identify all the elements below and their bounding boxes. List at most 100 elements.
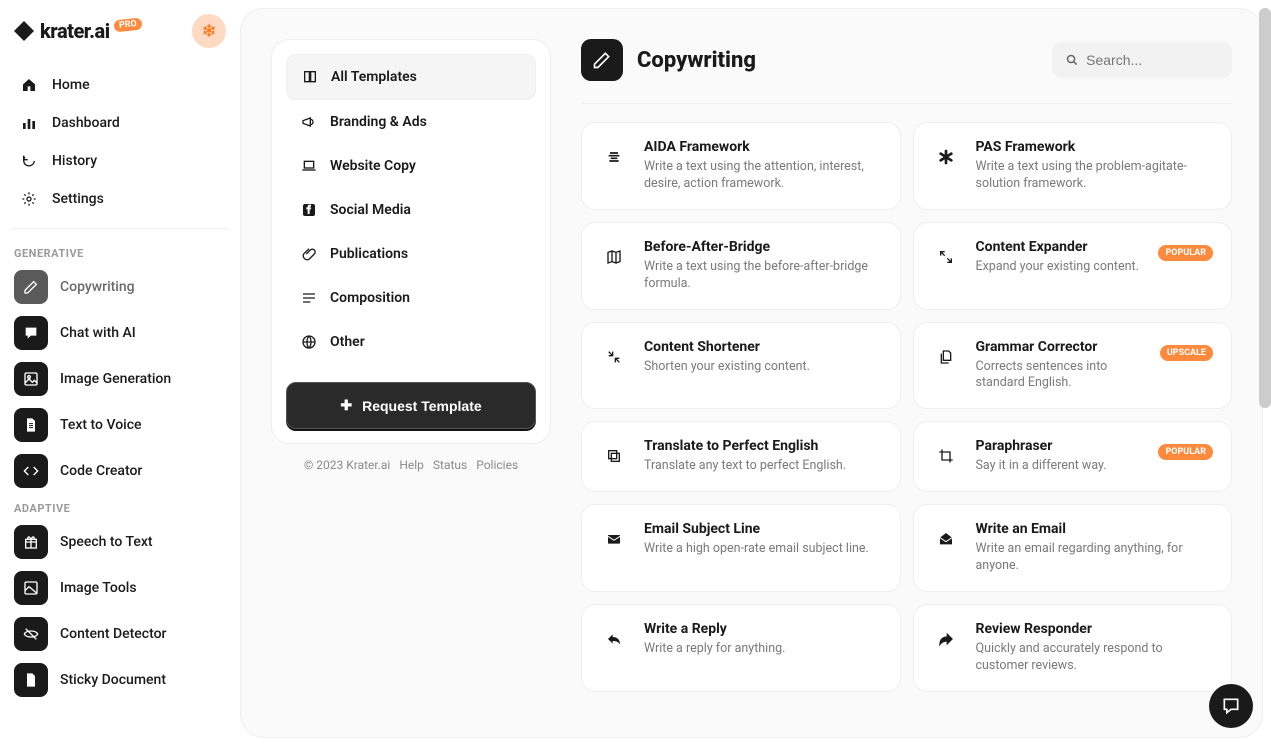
tool-label: Copywriting bbox=[60, 279, 135, 295]
footer-link-help[interactable]: Help bbox=[399, 458, 424, 472]
home-icon bbox=[20, 76, 38, 94]
tool-label: Image Tools bbox=[60, 580, 137, 596]
category-label: All Templates bbox=[331, 69, 417, 85]
template-card-review-responder[interactable]: Review Responder Quickly and accurately … bbox=[913, 604, 1233, 692]
search-input[interactable] bbox=[1086, 52, 1218, 68]
category-publications[interactable]: Publications bbox=[286, 232, 536, 276]
card-title: Before-After-Bridge bbox=[644, 239, 882, 255]
nav-label: Home bbox=[52, 77, 90, 93]
sidebar: krater.ai PRO ❄ Home DashboardHistory Sett… bbox=[0, 0, 240, 746]
card-body: Review Responder Quickly and accurately … bbox=[976, 621, 1214, 675]
template-card-content-shortener[interactable]: Content Shortener Shorten your existing … bbox=[581, 322, 901, 410]
nav-item-settings[interactable]: Settings bbox=[0, 180, 240, 218]
card-body: Write a Reply Write a reply for anything… bbox=[644, 621, 882, 658]
template-card-email-subject-line[interactable]: Email Subject Line Write a high open-rat… bbox=[581, 504, 901, 592]
card-title: Content Shortener bbox=[644, 339, 882, 355]
card-desc: Quickly and accurately respond to custom… bbox=[976, 641, 1214, 675]
tool-item-image-tools[interactable]: Image Tools bbox=[0, 565, 240, 611]
card-body: Email Subject Line Write a high open-rat… bbox=[644, 521, 882, 558]
scrollbar[interactable] bbox=[1259, 8, 1271, 408]
search-box[interactable] bbox=[1052, 42, 1232, 78]
footer-link-status[interactable]: Status bbox=[433, 458, 467, 472]
code-icon bbox=[14, 454, 48, 488]
card-title: Review Responder bbox=[976, 621, 1214, 637]
img2-icon bbox=[14, 571, 48, 605]
category-website-copy[interactable]: Website Copy bbox=[286, 144, 536, 188]
card-title: Write an Email bbox=[976, 521, 1214, 537]
card-body: Grammar Corrector Corrects sentences int… bbox=[976, 339, 1144, 393]
expand-icon bbox=[932, 243, 960, 271]
template-card-grammar-corrector[interactable]: Grammar Corrector Corrects sentences int… bbox=[913, 322, 1233, 410]
card-title: Content Expander bbox=[976, 239, 1143, 255]
gift-icon bbox=[14, 525, 48, 559]
section-label: GENERATIVE bbox=[0, 239, 240, 264]
tool-item-content-detector[interactable]: Content Detector bbox=[0, 611, 240, 657]
template-card-before-after-bridge[interactable]: Before-After-Bridge Write a text using t… bbox=[581, 222, 901, 310]
chat-fab[interactable] bbox=[1209, 684, 1253, 728]
card-desc: Write an email regarding anything, for a… bbox=[976, 541, 1214, 575]
request-template-button[interactable]: ✚ Request Template bbox=[286, 382, 536, 429]
logo-row: krater.ai PRO ❄ bbox=[0, 14, 240, 66]
nav-label: Settings bbox=[52, 191, 104, 207]
file-icon bbox=[14, 663, 48, 697]
template-card-content-expander[interactable]: Content Expander Expand your existing co… bbox=[913, 222, 1233, 310]
card-desc: Write a reply for anything. bbox=[644, 641, 882, 658]
badge-upscale: UPSCALE bbox=[1160, 345, 1213, 361]
laptop-icon bbox=[300, 158, 318, 174]
template-card-write-an-email[interactable]: Write an Email Write an email regarding … bbox=[913, 504, 1233, 592]
pencil-icon bbox=[14, 270, 48, 304]
category-all-templates[interactable]: All Templates bbox=[286, 54, 536, 100]
footer-link-policies[interactable]: Policies bbox=[476, 458, 518, 472]
category-list: All Templates Branding & AdsWebsite CopyS… bbox=[271, 39, 551, 444]
tool-item-code-creator[interactable]: Code Creator bbox=[0, 448, 240, 494]
templates-header: Copywriting bbox=[581, 39, 1232, 103]
nav-item-history[interactable]: History bbox=[0, 142, 240, 180]
category-composition[interactable]: Composition bbox=[286, 276, 536, 320]
avatar[interactable]: ❄ bbox=[192, 14, 226, 48]
card-title: AIDA Framework bbox=[644, 139, 882, 155]
card-body: Before-After-Bridge Write a text using t… bbox=[644, 239, 882, 293]
nav-item-home[interactable]: Home bbox=[0, 66, 240, 104]
megaphone-icon bbox=[300, 114, 318, 130]
card-desc: Expand your existing content. bbox=[976, 259, 1143, 276]
snowflake-icon: ❄ bbox=[201, 21, 216, 42]
tool-item-copywriting[interactable]: Copywriting bbox=[0, 264, 240, 310]
tool-label: Sticky Document bbox=[60, 672, 166, 688]
card-title: PAS Framework bbox=[976, 139, 1214, 155]
compress-icon bbox=[600, 343, 628, 371]
plus-icon: ✚ bbox=[340, 397, 352, 414]
tool-item-speech-to-text[interactable]: Speech to Text bbox=[0, 519, 240, 565]
brand-logo[interactable]: krater.ai bbox=[14, 19, 110, 43]
cards-scroll[interactable]: AIDA Framework Write a text using the at… bbox=[581, 103, 1232, 707]
template-card-pas-framework[interactable]: PAS Framework Write a text using the pro… bbox=[913, 122, 1233, 210]
card-title: Email Subject Line bbox=[644, 521, 882, 537]
card-desc: Write a high open-rate email subject lin… bbox=[644, 541, 882, 558]
mail-icon bbox=[600, 525, 628, 553]
category-branding-ads[interactable]: Branding & Ads bbox=[286, 100, 536, 144]
tool-item-chat-with-ai[interactable]: Chat with AI bbox=[0, 310, 240, 356]
tool-item-sticky-document[interactable]: Sticky Document bbox=[0, 657, 240, 703]
category-social-media[interactable]: Social Media bbox=[286, 188, 536, 232]
card-body: Content Shortener Shorten your existing … bbox=[644, 339, 882, 376]
cards-grid: AIDA Framework Write a text using the at… bbox=[581, 122, 1232, 692]
tool-item-text-to-voice[interactable]: Text to Voice bbox=[0, 402, 240, 448]
request-template-label: Request Template bbox=[362, 398, 482, 414]
tool-label: Content Detector bbox=[60, 626, 166, 642]
asterisk-icon bbox=[932, 143, 960, 171]
template-card-paraphraser[interactable]: Paraphraser Say it in a different way. P… bbox=[913, 421, 1233, 492]
template-card-translate-to-perfect-english[interactable]: Translate to Perfect English Translate a… bbox=[581, 421, 901, 492]
tool-item-image-generation[interactable]: Image Generation bbox=[0, 356, 240, 402]
page-title: Copywriting bbox=[637, 48, 756, 73]
copy-icon bbox=[600, 442, 628, 470]
template-card-aida-framework[interactable]: AIDA Framework Write a text using the at… bbox=[581, 122, 901, 210]
nav-item-dashboard[interactable]: Dashboard bbox=[0, 104, 240, 142]
tool-label: Text to Voice bbox=[60, 417, 142, 433]
card-title: Translate to Perfect English bbox=[644, 438, 882, 454]
category-other[interactable]: Other bbox=[286, 320, 536, 364]
map-icon bbox=[600, 243, 628, 271]
card-desc: Shorten your existing content. bbox=[644, 359, 882, 376]
card-desc: Translate any text to perfect English. bbox=[644, 458, 882, 475]
card-desc: Say it in a different way. bbox=[976, 458, 1143, 475]
clip-icon bbox=[300, 246, 318, 262]
template-card-write-a-reply[interactable]: Write a Reply Write a reply for anything… bbox=[581, 604, 901, 692]
